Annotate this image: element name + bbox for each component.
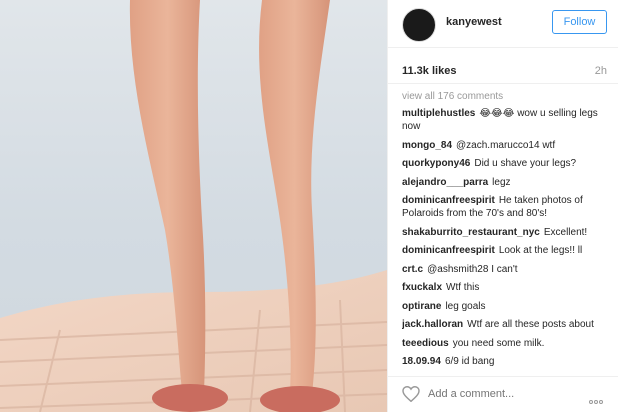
comment-text: @zach.marucco14 wtf	[456, 139, 556, 151]
post-stats: 11.3k likes 2h	[388, 48, 618, 84]
comment-username[interactable]: shakaburrito_restaurant_nyc	[402, 227, 540, 238]
comment-text: Look at the legs!! ll	[498, 245, 583, 256]
comment-item: multiplehustles 😂😂😂 wow u selling legs no…	[402, 107, 612, 133]
comment-username[interactable]: quorkypony46	[402, 158, 470, 169]
add-comment-input[interactable]	[428, 384, 578, 404]
comment-item: dominicanfreespirit He taken photos of Po…	[402, 194, 612, 220]
comment-username[interactable]: crt.c	[402, 264, 423, 275]
comment-text: Excellent!	[543, 226, 588, 238]
photo-illustration	[0, 0, 387, 412]
post-side-panel: kanyewest Follow 11.3k likes 2h view all…	[387, 0, 618, 412]
comment-username[interactable]: dominicanfreespirit	[402, 245, 495, 256]
comment-username[interactable]: optirane	[402, 301, 441, 312]
comment-username[interactable]: fxuckalx	[402, 282, 442, 293]
comment-username[interactable]: teeedious	[402, 338, 449, 349]
comment-item: mongo_84 @zach.marucco14 wtf	[402, 139, 612, 152]
comment-item: fxuckalx Wtf this	[402, 281, 612, 294]
post-photo	[0, 0, 387, 412]
post-header: kanyewest Follow	[388, 0, 618, 48]
comment-text: leg goals	[445, 300, 486, 312]
comment-text: you need some milk.	[452, 337, 545, 349]
comment-username[interactable]: dominicanfreespirit	[402, 195, 495, 206]
comment-username[interactable]: jack.halloran	[402, 319, 463, 330]
comments-list: view all 176 comments multiplehustles 😂😂😂…	[402, 90, 612, 372]
comment-username[interactable]: mongo_84	[402, 140, 452, 151]
view-all-comments-link[interactable]: view all 176 comments	[402, 90, 612, 102]
avatar[interactable]	[402, 8, 436, 42]
more-options-icon[interactable]	[589, 391, 607, 404]
comment-item: dominicanfreespirit Look at the legs!! ll	[402, 244, 612, 257]
comment-item: 18.09.94 6/9 id bang	[402, 355, 612, 368]
comment-text: Wtf this	[446, 282, 480, 293]
follow-button[interactable]: Follow	[552, 10, 607, 34]
comment-text: @ashsmith28 I can't	[427, 263, 518, 275]
post-time[interactable]: 2h	[595, 65, 607, 77]
comment-item: jack.halloran Wtf are all these posts abo…	[402, 318, 612, 331]
comment-item: quorkypony46 Did u shave your legs?	[402, 157, 612, 170]
comment-item: optirane leg goals	[402, 300, 612, 313]
heart-icon[interactable]	[402, 386, 420, 402]
comment-bar	[388, 376, 618, 412]
comment-text: Did u shave your legs?	[474, 158, 577, 169]
comment-text: Wtf are all these posts about	[467, 319, 594, 330]
likes-count[interactable]: 11.3k likes	[402, 65, 456, 77]
author-username[interactable]: kanyewest	[446, 16, 502, 28]
comment-text: legz	[492, 176, 511, 188]
comment-username[interactable]: 18.09.94	[402, 356, 441, 367]
comment-item: teeedious you need some milk.	[402, 337, 612, 350]
comment-item: crt.c @ashsmith28 I can't	[402, 263, 612, 276]
comment-item: alejandro___parra legz	[402, 176, 612, 189]
comment-username[interactable]: alejandro___parra	[402, 177, 488, 188]
comment-item: shakaburrito_restaurant_nyc Excellent!	[402, 226, 612, 239]
comment-username[interactable]: multiplehustles	[402, 108, 475, 119]
comment-text: 6/9 id bang	[444, 356, 495, 367]
